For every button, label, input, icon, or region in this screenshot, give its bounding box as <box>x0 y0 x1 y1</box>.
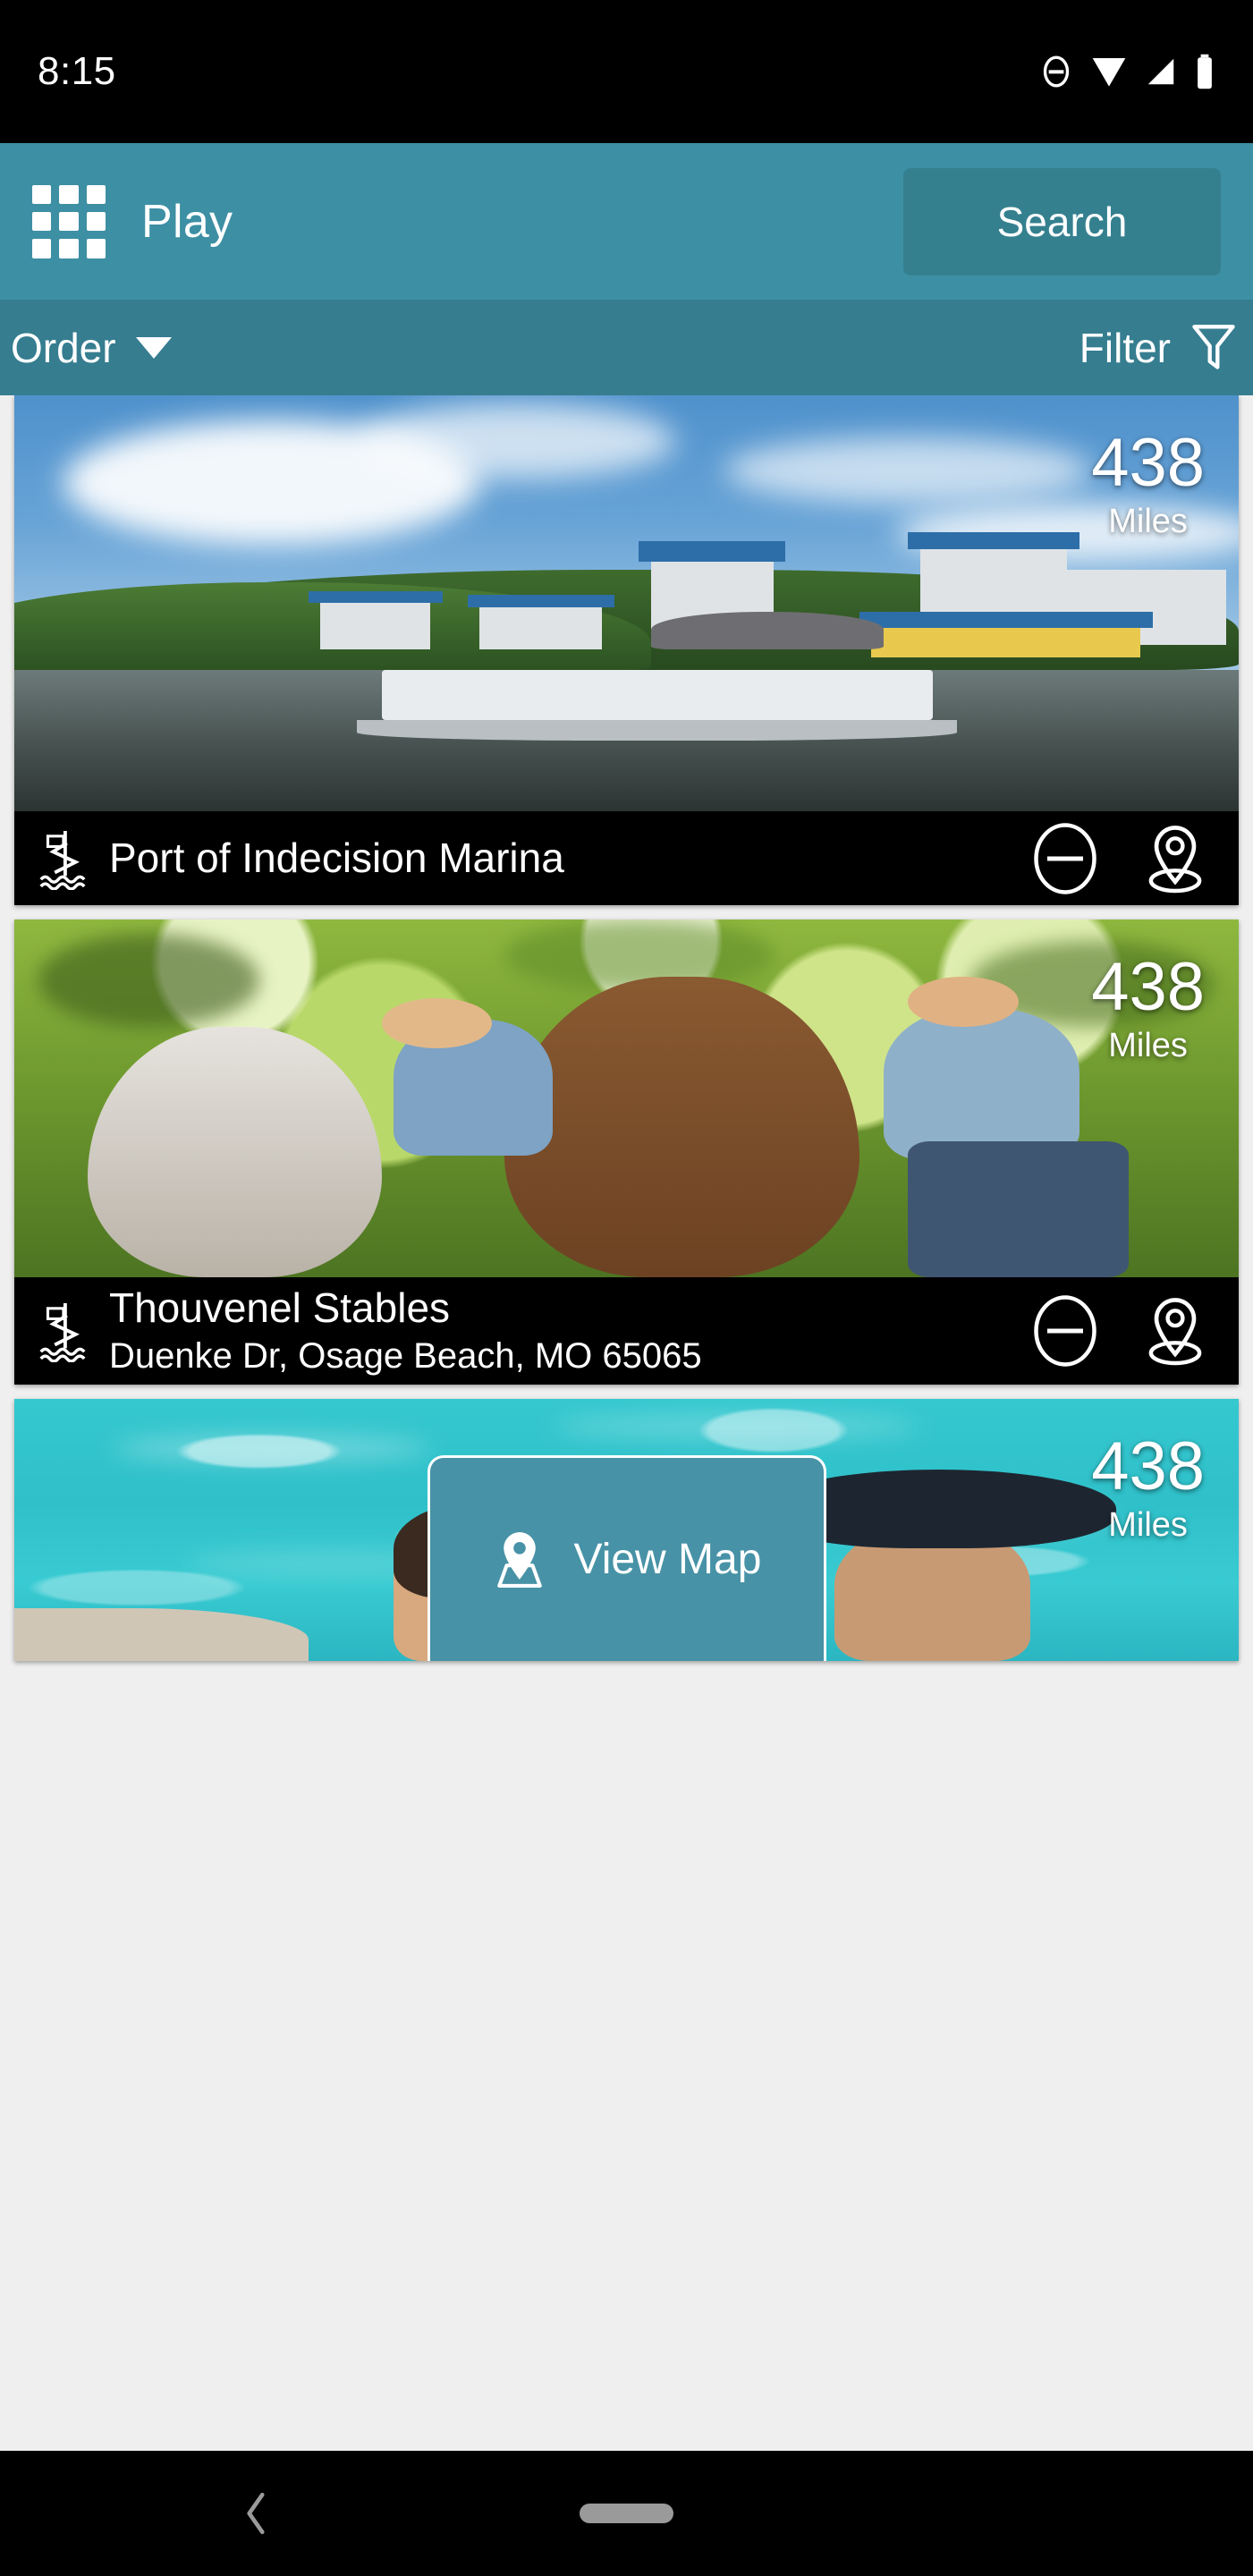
do-not-disturb-icon <box>1043 55 1070 88</box>
map-pin-icon <box>496 1531 542 1588</box>
grid-apps-icon[interactable] <box>32 184 106 258</box>
status-time: 8:15 <box>38 49 116 93</box>
card-action-group <box>1029 1293 1208 1368</box>
water-slide-icon <box>39 830 86 890</box>
distance-unit: Miles <box>1108 503 1188 540</box>
order-dropdown[interactable]: Order <box>11 324 172 372</box>
card-action-group <box>1029 821 1208 896</box>
minus-circle-icon[interactable] <box>1029 1295 1101 1367</box>
filter-button[interactable]: Filter <box>1079 323 1237 373</box>
distance-badge: 438 Miles <box>1091 953 1205 1063</box>
filter-label: Filter <box>1079 324 1171 371</box>
view-map-label: View Map <box>573 1536 762 1583</box>
minus-circle-icon[interactable] <box>1029 822 1101 894</box>
card-subtitle: Duenke Dr, Osage Beach, MO 65065 <box>109 1335 702 1376</box>
search-button[interactable]: Search <box>903 167 1221 275</box>
home-pill-icon[interactable] <box>580 2504 673 2523</box>
signal-icon <box>1147 58 1174 85</box>
card-text-block: Thouvenel Stables Duenke Dr, Osage Beach… <box>109 1285 1008 1377</box>
order-label: Order <box>11 324 116 371</box>
status-bar: 8:15 <box>0 0 1253 143</box>
status-icon-group <box>1038 53 1215 90</box>
card-photo: 438 Miles <box>14 919 1239 1277</box>
distance-value: 438 <box>1091 949 1205 1025</box>
sort-filter-bar: Order Filter <box>0 300 1253 395</box>
map-pin-icon[interactable] <box>1142 821 1208 896</box>
water-slide-icon <box>39 1303 86 1362</box>
distance-value: 438 <box>1091 425 1205 501</box>
card-info-bar: Port of Indecision Marina <box>14 811 1239 905</box>
card-title: Port of Indecision Marina <box>109 835 564 881</box>
chevron-left-icon[interactable] <box>241 2491 272 2536</box>
list-item[interactable]: 438 Miles View Map <box>14 1399 1239 1661</box>
map-pin-icon[interactable] <box>1142 1293 1208 1368</box>
distance-value: 438 <box>1091 1428 1205 1504</box>
app-bar: Play Search <box>0 143 1253 300</box>
card-photo: 438 Miles View Map <box>14 1399 1239 1661</box>
list-item[interactable]: 438 Miles Port of Indecision Marina <box>14 395 1239 905</box>
wifi-icon <box>1092 58 1126 87</box>
battery-icon <box>1198 54 1212 89</box>
marina-photo <box>14 395 1239 811</box>
card-title: Thouvenel Stables <box>109 1285 451 1332</box>
list-item[interactable]: 438 Miles Thouvenel Stables Duenke Dr, O… <box>14 919 1239 1385</box>
distance-badge: 438 Miles <box>1091 1428 1205 1544</box>
stables-photo <box>14 919 1239 1277</box>
results-list[interactable]: 438 Miles Port of Indecision Marina 438 … <box>0 395 1253 2451</box>
card-text-block: Port of Indecision Marina <box>109 835 1008 882</box>
card-info-bar: Thouvenel Stables Duenke Dr, Osage Beach… <box>14 1277 1239 1385</box>
page-title: Play <box>141 195 233 248</box>
system-nav-bar <box>0 2451 1253 2576</box>
distance-unit: Miles <box>1108 1506 1188 1544</box>
funnel-icon <box>1192 324 1235 369</box>
distance-unit: Miles <box>1108 1027 1188 1064</box>
card-photo: 438 Miles <box>14 395 1239 811</box>
view-map-button[interactable]: View Map <box>427 1455 826 1661</box>
caret-down-icon <box>135 336 172 359</box>
distance-badge: 438 Miles <box>1091 425 1205 540</box>
